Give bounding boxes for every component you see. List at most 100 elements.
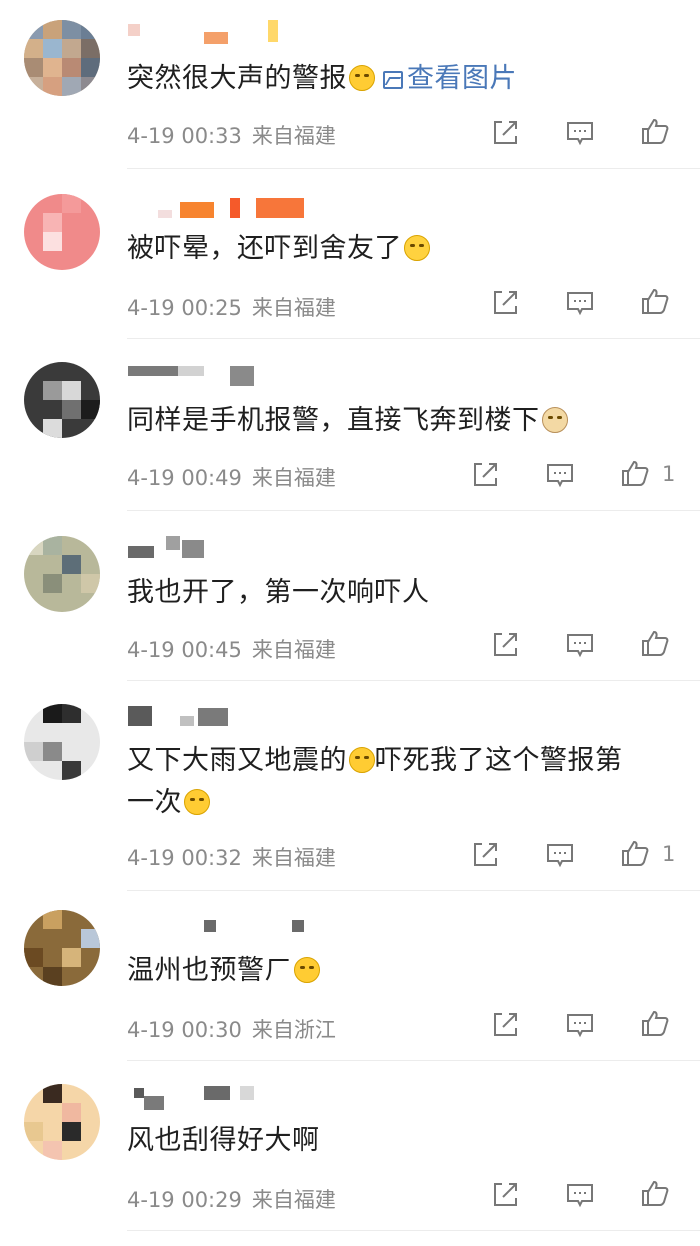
username-redacted[interactable] (128, 362, 348, 386)
share-icon (494, 633, 517, 656)
avatar[interactable] (24, 704, 100, 780)
like-button[interactable] (640, 1008, 670, 1038)
like-button[interactable] (640, 1178, 670, 1208)
share-icon (474, 843, 497, 866)
comment-button[interactable] (565, 630, 595, 660)
comment-button[interactable] (565, 1180, 595, 1210)
thumbs-up-icon (642, 1010, 669, 1036)
username-redacted[interactable] (128, 914, 348, 936)
avatar[interactable] (24, 194, 100, 270)
comment-date: 4-19 00:45 (127, 638, 242, 662)
comment-icon (567, 292, 593, 316)
comment-location: 来自福建 (251, 638, 336, 662)
like-count: 1 (662, 462, 676, 486)
comment-date: 4-19 00:25 (127, 296, 242, 320)
share-icon (474, 463, 497, 486)
divider (127, 680, 700, 681)
comment-date: 4-19 00:30 (127, 1018, 242, 1042)
share-button[interactable] (470, 460, 500, 490)
comment-meta: 4-19 00:29 来自福建 (127, 1184, 336, 1214)
thumbs-up-icon (642, 1180, 669, 1206)
comment-icon (547, 464, 573, 488)
share-button[interactable] (490, 1180, 520, 1210)
divider (127, 338, 700, 339)
like-button[interactable] (620, 458, 650, 488)
share-button[interactable] (490, 288, 520, 318)
comment-icon (567, 1184, 593, 1208)
avatar[interactable] (24, 362, 100, 438)
comment-text: 突然很大声的警报 查看图片 (127, 63, 517, 94)
comment-location: 来自福建 (251, 1188, 336, 1212)
crying-laughing-emoji-icon (184, 789, 210, 815)
comment-icon (567, 122, 593, 146)
share-icon (494, 121, 517, 144)
comment-button[interactable] (545, 460, 575, 490)
comment-text: 同样是手机报警，直接飞奔到楼下 (127, 400, 687, 442)
share-icon (494, 1013, 517, 1036)
share-button[interactable] (490, 1010, 520, 1040)
comment-button[interactable] (565, 1010, 595, 1040)
share-icon (494, 291, 517, 314)
comment-text: 被吓晕，还吓到舍友了 (127, 228, 687, 270)
share-button[interactable] (470, 840, 500, 870)
comment-icon (567, 1014, 593, 1038)
comment-button[interactable] (565, 288, 595, 318)
comment-meta: 4-19 00:45 来自福建 (127, 634, 336, 664)
username-redacted[interactable] (128, 536, 348, 558)
divider (127, 1230, 700, 1231)
comment-meta: 4-19 00:25 来自福建 (127, 292, 336, 322)
avatar[interactable] (24, 910, 100, 986)
comment-text: 温州也预警ㄏ (127, 950, 687, 992)
username-redacted[interactable] (128, 704, 348, 726)
comment-location: 来自福建 (251, 124, 336, 148)
share-button[interactable] (490, 630, 520, 660)
comment-location: 来自福建 (251, 466, 336, 490)
avatar[interactable] (24, 20, 100, 96)
comment-text: 风也刮得好大啊 (127, 1125, 320, 1156)
thumbs-up-icon (622, 840, 649, 866)
comment-date: 4-19 00:32 (127, 846, 242, 870)
comment-button[interactable] (565, 118, 595, 148)
like-count: 1 (662, 842, 676, 866)
picture-icon (383, 71, 403, 89)
crying-emoji-icon (404, 235, 430, 261)
like-button[interactable] (640, 116, 670, 146)
crying-laughing-emoji-icon (349, 747, 375, 773)
comment-button[interactable] (545, 840, 575, 870)
avatar[interactable] (24, 536, 100, 612)
username-redacted[interactable] (128, 20, 348, 44)
like-button[interactable] (620, 838, 650, 868)
avatar[interactable] (24, 1084, 100, 1160)
laughing-tears-emoji-icon (294, 957, 320, 983)
divider (127, 890, 700, 891)
comment-date: 4-19 00:49 (127, 466, 242, 490)
divider (127, 510, 700, 511)
comment-date: 4-19 00:33 (127, 124, 242, 148)
thumbs-up-icon (622, 460, 649, 486)
like-button[interactable] (640, 628, 670, 658)
comment-location: 来自浙江 (251, 1018, 336, 1042)
comment-text: 又下大雨又地震的 吓死我了这个警报第 一次 (127, 745, 623, 818)
comment-meta: 4-19 00:49 来自福建 (127, 462, 336, 492)
username-redacted[interactable] (128, 1084, 348, 1110)
thumbs-up-icon (642, 288, 669, 314)
view-picture-link[interactable]: 查看图片 (383, 63, 517, 94)
share-icon (494, 1183, 517, 1206)
crying-laughing-emoji-icon (349, 65, 375, 91)
comment-meta: 4-19 00:33 来自福建 (127, 120, 336, 150)
thumbs-up-icon (642, 118, 669, 144)
divider (127, 1060, 700, 1061)
comment-location: 来自福建 (251, 296, 336, 320)
divider (127, 168, 700, 169)
username-redacted[interactable] (128, 196, 348, 218)
like-button[interactable] (640, 286, 670, 316)
thumbs-up-icon (642, 630, 669, 656)
comment-icon (547, 844, 573, 868)
comment-date: 4-19 00:29 (127, 1188, 242, 1212)
comment-text: 我也开了，第一次响吓人 (127, 577, 430, 608)
comment-meta: 4-19 00:32 来自福建 (127, 842, 336, 872)
share-button[interactable] (490, 118, 520, 148)
comment-meta: 4-19 00:30 来自浙江 (127, 1014, 336, 1044)
doge-emoji-icon (541, 407, 568, 433)
comment-location: 来自福建 (251, 846, 336, 870)
